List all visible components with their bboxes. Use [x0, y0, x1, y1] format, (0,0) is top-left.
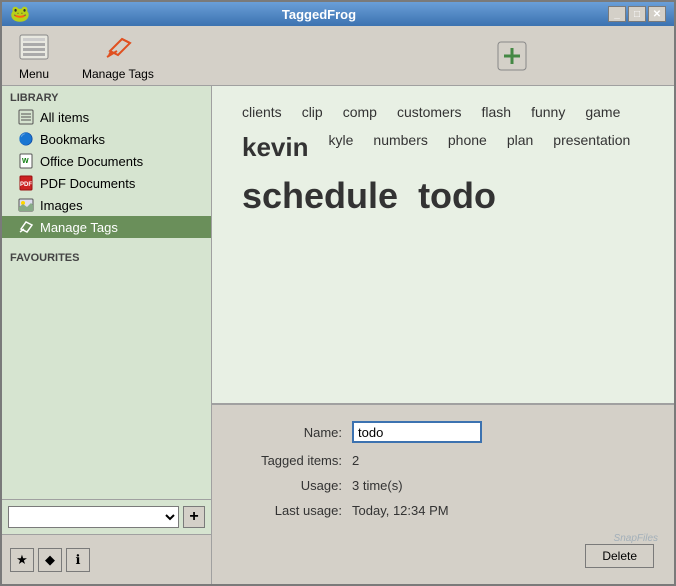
- tag-item[interactable]: game: [575, 102, 630, 122]
- manage-tags-sidebar-icon: [18, 219, 34, 235]
- sidebar-item-label: All items: [40, 110, 89, 125]
- title-bar: 🐸 TaggedFrog _ □ ✕: [2, 2, 674, 26]
- info-button[interactable]: ℹ: [66, 548, 90, 572]
- sidebar-item-label: Images: [40, 198, 83, 213]
- name-label: Name:: [232, 425, 352, 440]
- watermark: SnapFiles: [614, 533, 658, 544]
- manage-tags-label: Manage Tags: [82, 67, 154, 81]
- manage-tags-button[interactable]: Manage Tags: [74, 27, 162, 85]
- sidebar-item-label: PDF Documents: [40, 176, 135, 191]
- sidebar-dropdown[interactable]: [8, 506, 179, 528]
- tagged-items-label: Tagged items:: [232, 453, 352, 468]
- app-icon: 🐸: [10, 4, 30, 24]
- tag-item[interactable]: presentation: [543, 130, 640, 165]
- tag-item[interactable]: kyle: [319, 130, 364, 165]
- office-documents-icon: W: [18, 153, 34, 169]
- menu-button[interactable]: Menu: [10, 27, 58, 85]
- pdf-icon: PDF: [18, 175, 34, 191]
- tagged-items-value: 2: [352, 453, 359, 468]
- bookmarks-icon: 🔵: [18, 131, 34, 147]
- right-panel: clientsclipcompcustomersflashfunnygame ke…: [212, 86, 674, 584]
- tag-item[interactable]: schedule: [232, 173, 408, 219]
- tag-item[interactable]: todo: [408, 173, 506, 219]
- toolbar: Menu Manage Tags: [2, 26, 674, 86]
- usage-label: Usage:: [232, 478, 352, 493]
- minimize-button[interactable]: _: [608, 6, 626, 22]
- sidebar-item-label: Bookmarks: [40, 132, 105, 147]
- menu-icon: [18, 31, 50, 63]
- usage-value: 3 time(s): [352, 478, 403, 493]
- all-items-icon: [18, 109, 34, 125]
- sidebar-item-label: Office Documents: [40, 154, 143, 169]
- sidebar: LIBRARY All items 🔵 Bookmarks: [2, 86, 212, 584]
- sidebar-add-button[interactable]: +: [183, 506, 205, 528]
- window-title: TaggedFrog: [30, 7, 608, 22]
- sidebar-item-all-items[interactable]: All items: [2, 106, 211, 128]
- sidebar-item-label: Manage Tags: [40, 220, 118, 235]
- sidebar-item-pdf-documents[interactable]: PDF PDF Documents: [2, 172, 211, 194]
- tag-item[interactable]: phone: [438, 130, 497, 165]
- menu-label: Menu: [19, 67, 49, 81]
- tag-item[interactable]: plan: [497, 130, 543, 165]
- library-section-label: LIBRARY: [2, 86, 211, 106]
- close-button[interactable]: ✕: [648, 6, 666, 22]
- favourites-section-label: FAVOURITES: [2, 246, 211, 266]
- manage-tags-icon: [102, 31, 134, 63]
- detail-panel: Name: Tagged items: 2 Usage: 3 time(s) L…: [212, 404, 674, 584]
- tag-item[interactable]: customers: [387, 102, 472, 122]
- svg-text:W: W: [22, 158, 29, 165]
- tag-item[interactable]: kevin: [232, 130, 319, 165]
- tag-item[interactable]: clip: [292, 102, 333, 122]
- name-input[interactable]: [352, 421, 482, 443]
- tag-item[interactable]: flash: [472, 102, 522, 122]
- images-icon: [18, 197, 34, 213]
- main-content: LIBRARY All items 🔵 Bookmarks: [2, 86, 674, 584]
- last-usage-row: Last usage: Today, 12:34 PM: [232, 503, 654, 518]
- usage-row: Usage: 3 time(s): [232, 478, 654, 493]
- window-controls: _ □ ✕: [608, 6, 666, 22]
- delete-button[interactable]: Delete: [585, 544, 654, 568]
- star-button[interactable]: ★: [10, 548, 34, 572]
- tag-item[interactable]: numbers: [363, 130, 437, 165]
- tag-item[interactable]: funny: [521, 102, 575, 122]
- sidebar-item-manage-tags[interactable]: Manage Tags: [2, 216, 211, 238]
- sidebar-item-images[interactable]: Images: [2, 194, 211, 216]
- name-row: Name:: [232, 421, 654, 443]
- tagged-items-row: Tagged items: 2: [232, 453, 654, 468]
- tag-item[interactable]: clients: [232, 102, 292, 122]
- tag-cloud: clientsclipcompcustomersflashfunnygame ke…: [212, 86, 674, 404]
- last-usage-value: Today, 12:34 PM: [352, 503, 449, 518]
- svg-text:PDF: PDF: [20, 182, 32, 188]
- tag-button[interactable]: ◆: [38, 548, 62, 572]
- app-window: 🐸 TaggedFrog _ □ ✕ Menu: [0, 0, 676, 586]
- last-usage-label: Last usage:: [232, 503, 352, 518]
- tag-item[interactable]: comp: [333, 102, 387, 122]
- sidebar-bottom: +: [2, 499, 211, 534]
- add-button[interactable]: [496, 40, 528, 72]
- sidebar-item-bookmarks[interactable]: 🔵 Bookmarks: [2, 128, 211, 150]
- sidebar-item-office-documents[interactable]: W Office Documents: [2, 150, 211, 172]
- maximize-button[interactable]: □: [628, 6, 646, 22]
